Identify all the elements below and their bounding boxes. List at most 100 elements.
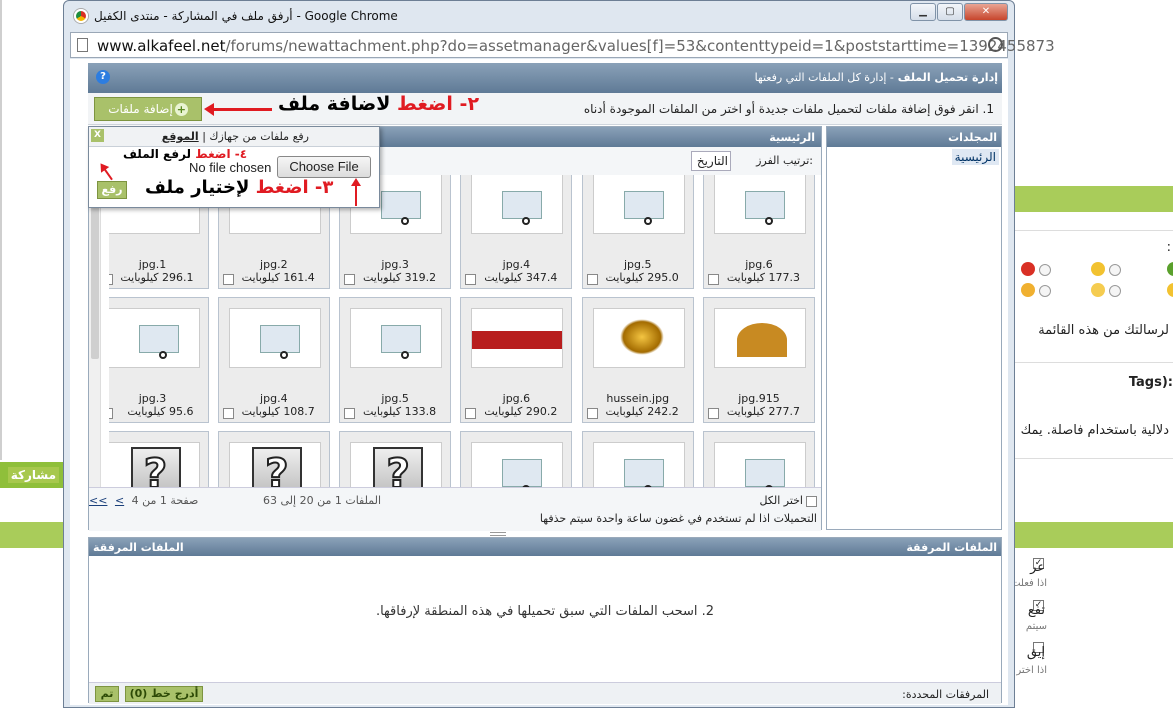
file-tile[interactable]: jpg.4 108.7 كيلوبايت — [217, 297, 330, 423]
file-tile[interactable]: jpg.4 347.4 كيلوبايت — [460, 175, 573, 289]
file-tile[interactable]: ? — [109, 431, 209, 487]
instruction-text: 1. انقر فوق إضافة ملفات لتحميل ملفات جدي… — [583, 102, 994, 116]
annotation-step2-black: لاضافة ملف — [278, 93, 397, 115]
files-grid: jpg.6 177.3 كيلوبايت jpg.5 295.0 كيلوبايت jp… — [109, 175, 815, 487]
files-title: الرئيسية — [769, 131, 815, 144]
background-submit-bar: مشاركة — [0, 462, 63, 488]
url-host: www.alkafeel.net — [97, 37, 226, 55]
upload-expiry-note: التحميلات اذا لم تستخدم في غضون ساعة واح… — [539, 512, 817, 525]
annotation-step3-num: ٣- — [308, 177, 334, 198]
file-thumbnail — [714, 442, 806, 487]
icon-radio[interactable] — [1109, 264, 1121, 276]
file-size: 290.2 كيلوبايت — [484, 405, 558, 418]
file-checkbox[interactable] — [222, 408, 234, 419]
insert-inline-button[interactable]: أدرج خط (0) — [125, 686, 203, 702]
tab-site[interactable]: الموقع — [162, 130, 199, 143]
file-size: 161.4 كيلوبايت — [241, 271, 315, 284]
maximize-button[interactable]: ▢ — [937, 3, 963, 21]
add-files-button[interactable]: +إضافة ملفات — [94, 97, 202, 121]
file-checkbox[interactable] — [465, 274, 477, 285]
file-tile[interactable]: jpg.5 295.0 كيلوبايت — [581, 175, 694, 289]
file-checkbox[interactable] — [109, 408, 113, 419]
file-size: 133.8 كيلوبايت — [362, 405, 437, 418]
chrome-popup-window: أرفق ملف في المشاركة - منتدى الكفيل - Go… — [63, 0, 1055, 708]
file-tile[interactable]: jpg.6 177.3 كيلوبايت — [703, 175, 815, 289]
background-tags-hint: دلالية باستخدام فاصلة. يمك — [1020, 423, 1169, 438]
file-thumbnail: ? — [228, 442, 321, 487]
option-hint-2: سيتم — [1025, 621, 1047, 632]
file-tile[interactable]: jpg.6 290.2 كيلوبايت — [460, 297, 573, 423]
close-window-button[interactable]: ✕ — [964, 3, 1008, 21]
folders-panel: المجلدات الرئيسية — [826, 126, 1002, 530]
file-size: 242.2 كيلوبايت — [605, 405, 679, 418]
window-titlebar[interactable]: أرفق ملف في المشاركة - منتدى الكفيل - Go… — [64, 1, 1014, 31]
file-thumbnail — [714, 308, 806, 368]
minimize-button[interactable]: ▁ — [910, 3, 936, 21]
address-bar[interactable]: www.alkafeel.net/forums/newattachment.ph… — [70, 32, 1055, 58]
folder-item-main[interactable]: الرئيسية — [951, 149, 999, 165]
background-options-bar — [1013, 522, 1173, 548]
file-checkbox[interactable] — [344, 408, 356, 419]
file-checkbox[interactable] — [465, 408, 477, 419]
background-colon: : — [1166, 240, 1171, 255]
file-tile[interactable]: jpg.915 277.7 كيلوبايت — [703, 297, 815, 423]
file-name: jpg.4 — [502, 258, 531, 271]
file-tile[interactable] — [581, 431, 694, 487]
file-checkbox[interactable] — [222, 274, 234, 285]
icon-radio[interactable] — [1109, 285, 1121, 297]
first-page-link[interactable]: << — [89, 494, 107, 507]
background-green-bar — [0, 522, 63, 548]
close-icon[interactable]: X — [91, 129, 104, 142]
file-checkbox[interactable] — [708, 408, 719, 419]
file-checkbox[interactable] — [586, 274, 598, 285]
manager-title-main: إدارة تحميل الملف — [897, 71, 998, 84]
file-tile[interactable]: ? — [217, 431, 330, 487]
icon-radio[interactable] — [1039, 285, 1051, 297]
panel-splitter[interactable] — [490, 532, 506, 536]
file-tile[interactable]: jpg.5 133.8 كيلوبايت — [339, 297, 452, 423]
done-button[interactable]: تم — [95, 686, 119, 702]
tab-from-computer[interactable]: رفع ملفات من جهازك — [209, 130, 309, 143]
file-size: 95.6 كيلوبايت — [127, 405, 194, 418]
file-tile[interactable] — [703, 431, 815, 487]
chrome-logo-icon — [74, 9, 88, 23]
zoom-icon[interactable] — [988, 37, 1003, 52]
file-name: jpg.5 — [623, 258, 652, 271]
background-post-button[interactable]: مشاركة — [7, 467, 59, 483]
divider — [1013, 230, 1173, 231]
file-tile[interactable]: ? — [339, 431, 452, 487]
files-scrollbar[interactable] — [89, 175, 101, 487]
attached-title-right: الملفات المرفقة — [906, 541, 997, 554]
choose-file-button[interactable]: Choose File — [277, 156, 371, 178]
background-right-strip: : لرسالتك من هذه القائمة Tags): دلالية ب… — [1011, 0, 1173, 708]
file-size: 277.7 كيلوبايت — [726, 405, 800, 418]
page-icon — [77, 38, 88, 52]
file-tile[interactable]: hussein.jpg 242.2 كيلوبايت — [581, 297, 694, 423]
file-name: jpg.6 — [502, 392, 531, 405]
file-checkbox[interactable] — [344, 274, 356, 285]
file-checkbox[interactable] — [708, 274, 719, 285]
file-tile[interactable] — [460, 431, 573, 487]
upload-header: X رفع ملفات من جهازك | الموقع — [89, 127, 379, 147]
attachment-manager: إدارة تحميل الملف - إدارة كل الملفات الت… — [70, 59, 1008, 705]
prev-page-link[interactable]: < — [115, 494, 124, 507]
add-files-label: إضافة ملفات — [108, 102, 173, 116]
icon-radio[interactable] — [1039, 264, 1051, 276]
annotation-step2: ٢- اضغط لاضافة ملف — [278, 93, 479, 115]
file-checkbox[interactable] — [109, 274, 113, 285]
upload-button[interactable]: رفع — [97, 181, 127, 199]
annotation-arrow-add — [204, 103, 272, 116]
sort-select[interactable]: التاريخ — [691, 151, 731, 171]
select-all-checkbox[interactable] — [806, 495, 817, 507]
annotation-arrow-upload — [103, 167, 113, 181]
file-checkbox[interactable] — [586, 408, 598, 419]
select-all[interactable]: اختر الكل — [759, 494, 817, 507]
help-icon[interactable]: ? — [96, 70, 110, 84]
background-left-edge — [0, 0, 2, 460]
file-thumbnail: ? — [350, 442, 443, 487]
selected-attachments-label: المرفقات المحددة: — [902, 688, 989, 701]
pagination: << < صفحة 1 من 4 — [89, 494, 198, 507]
file-tile[interactable]: jpg.3 95.6 كيلوبايت — [109, 297, 209, 423]
manager-subtitle: - إدارة كل الملفات التي رفعتها — [754, 71, 894, 84]
option-hint-3: اذا اختر — [1016, 665, 1047, 676]
